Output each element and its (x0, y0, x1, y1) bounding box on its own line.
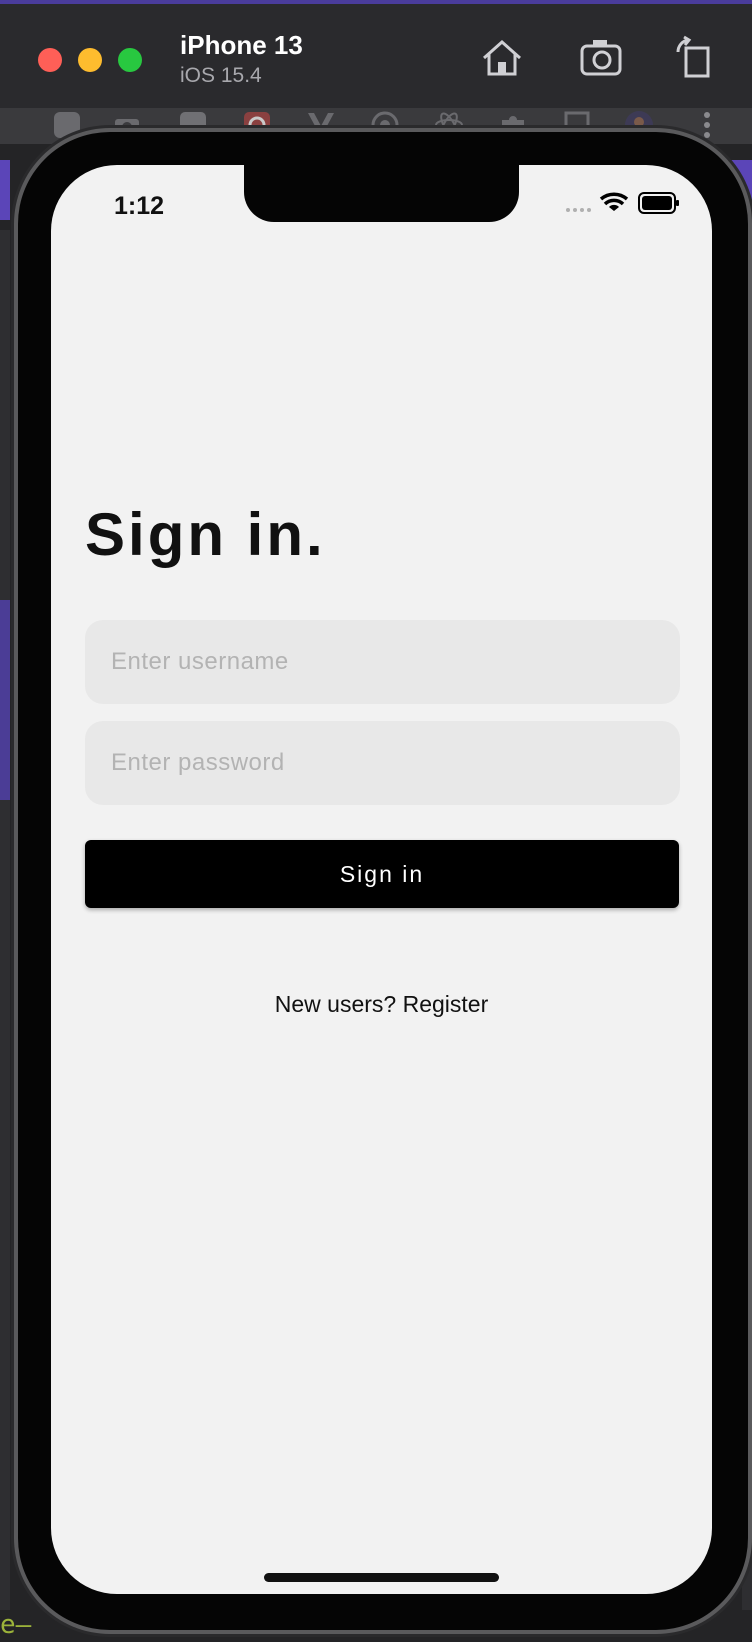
username-input[interactable] (85, 620, 680, 704)
minimize-window-button[interactable] (78, 48, 102, 72)
background-stripe (0, 160, 10, 220)
notch (244, 165, 519, 222)
page-title: Sign in. (85, 501, 326, 568)
background-terminal-text: e– (0, 1610, 32, 1640)
signal-icon (566, 208, 591, 212)
home-icon[interactable] (478, 34, 526, 82)
simulator-titlebar: iPhone 13 iOS 15.4 (0, 0, 752, 108)
os-version: iOS 15.4 (180, 64, 262, 87)
extension-icon[interactable] (52, 110, 82, 140)
background-stripe (0, 600, 10, 800)
wifi-icon (599, 192, 629, 211)
more-menu-icon[interactable] (692, 110, 722, 140)
register-link[interactable]: New users? Register (51, 991, 712, 1018)
password-input[interactable] (85, 721, 680, 805)
home-indicator (264, 1573, 499, 1582)
signin-button[interactable]: Sign in (85, 840, 679, 908)
rotate-icon[interactable] (670, 34, 718, 82)
status-icons (563, 189, 683, 219)
close-window-button[interactable] (38, 48, 62, 72)
battery-icon (638, 192, 679, 214)
device-name: iPhone 13 (180, 30, 303, 60)
background-stripe (0, 230, 10, 1610)
phone-screen: 1:12 Sign in. Sign in New users? Registe… (51, 165, 712, 1594)
screenshot-icon[interactable] (578, 34, 626, 82)
zoom-window-button[interactable] (118, 48, 142, 72)
status-time: 1:12 (114, 192, 165, 220)
